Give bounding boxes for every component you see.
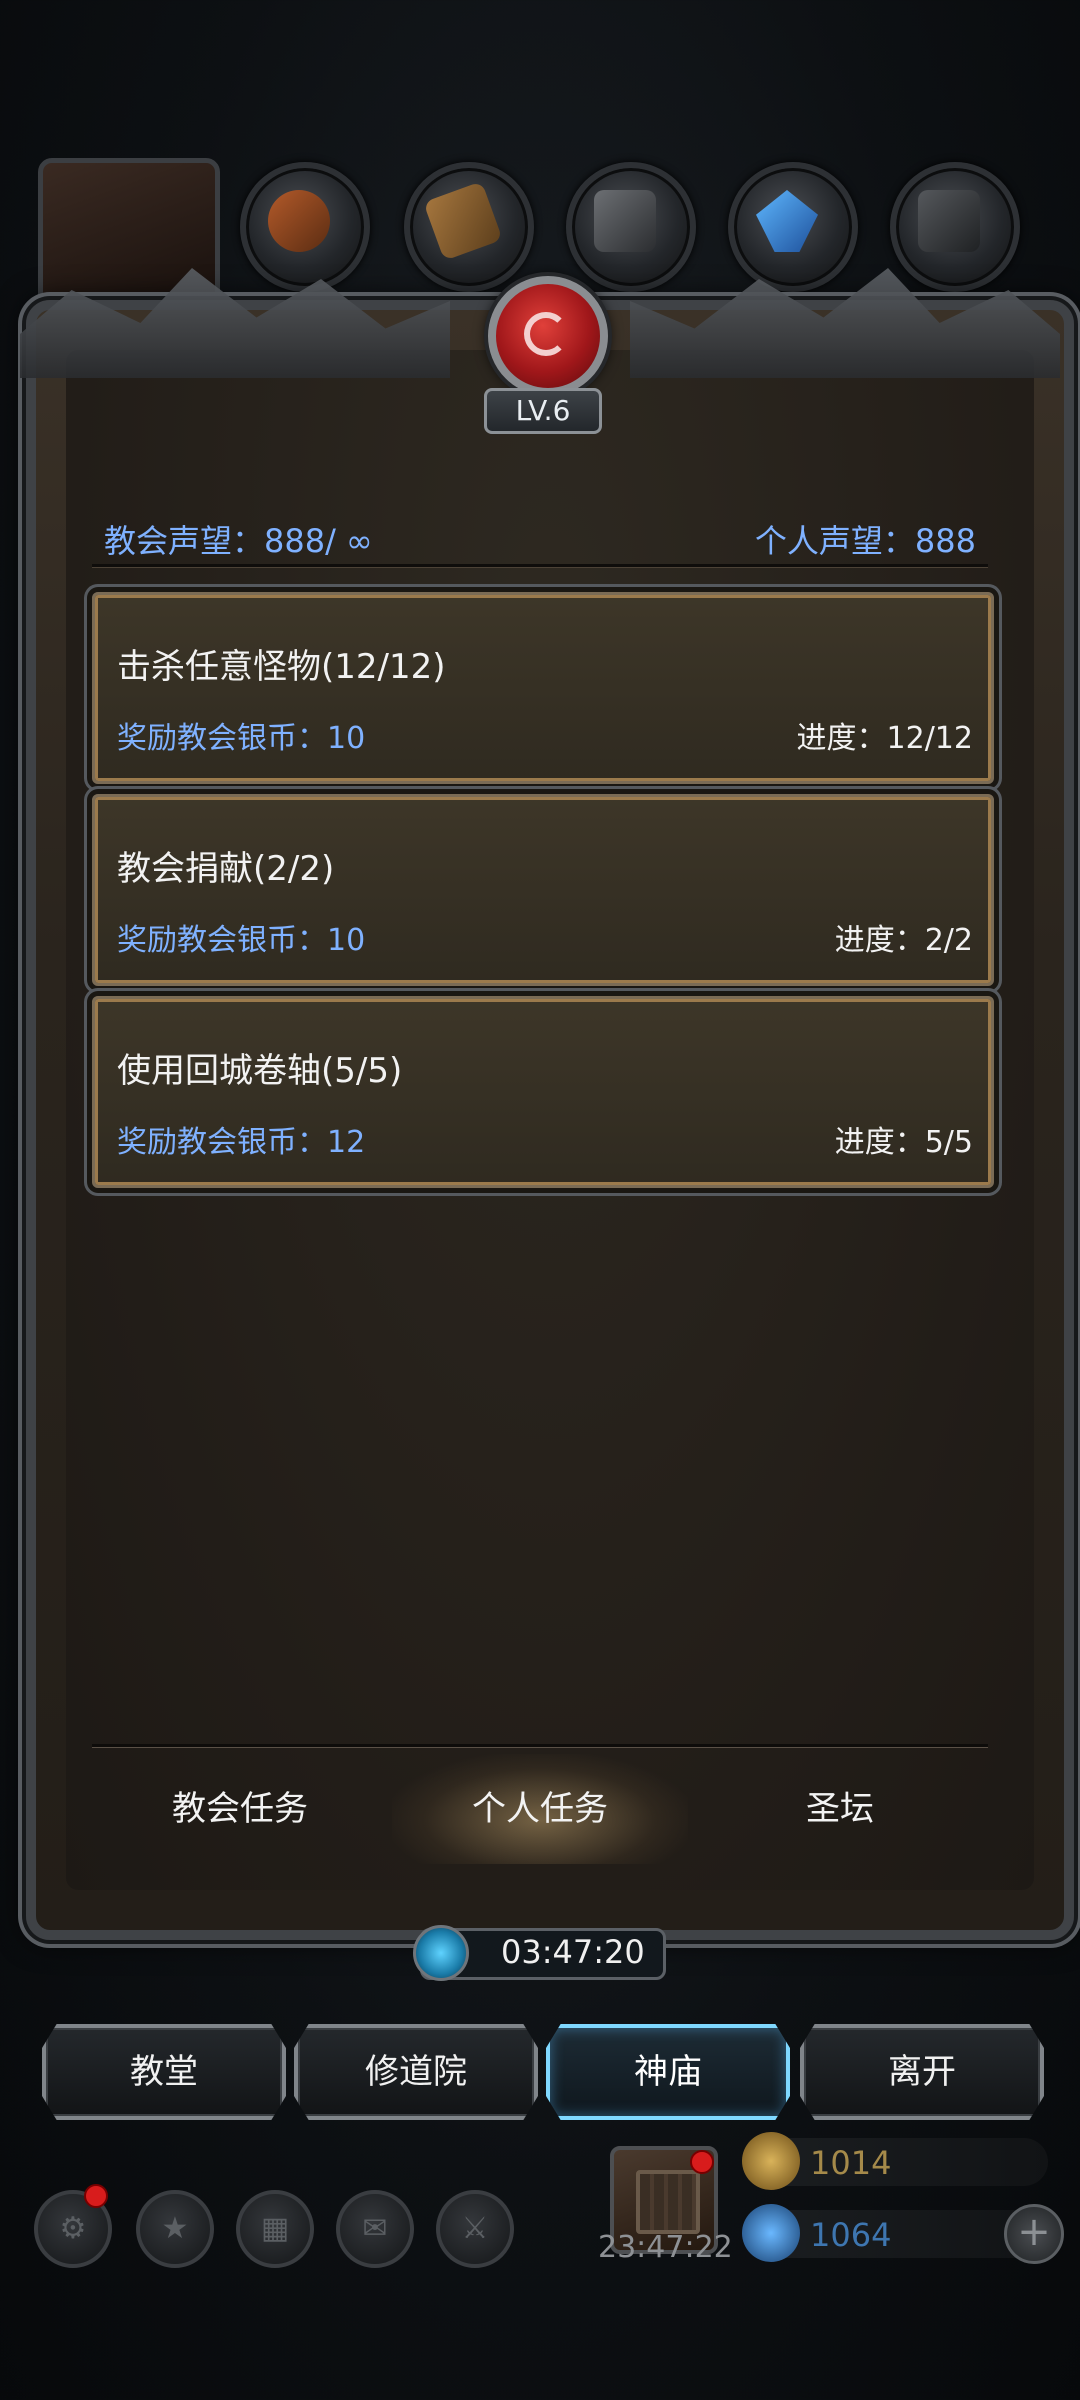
plus-icon[interactable]: + [1004,2204,1064,2264]
crystal-icon [756,190,818,252]
diamond-icon [742,2204,800,2262]
task-progress: 进度：12/12 [796,721,973,756]
tabs-divider [92,1744,988,1748]
countdown-timer: 03:47:20 [413,1925,666,1981]
timer-text: 03:47:20 [501,1933,645,1971]
menu-button[interactable]: ▦ [236,2190,314,2268]
task-reward: 奖励教会银币：10 [117,923,366,958]
resource-slot-steel[interactable] [890,162,1020,292]
task-card[interactable]: 使用回城卷轴(5/5) 奖励教会银币：12 进度：5/5 [92,996,994,1188]
level-badge: LV.6 [484,388,602,434]
equipment-button[interactable]: ⚔ [436,2190,514,2268]
tab-church-tasks[interactable]: 教会任务 [92,1754,388,1864]
gift-notification-dot [690,2150,714,2174]
panel-tabs: 教会任务 个人任务 圣坛 [92,1754,988,1864]
nav-monastery-button[interactable]: 修道院 [294,2024,538,2120]
mail-button[interactable]: ✉ [336,2190,414,2268]
wood-icon [268,190,330,252]
notification-dot [84,2184,108,2208]
task-title: 使用回城卷轴(5/5) [117,1051,403,1091]
task-progress: 进度：2/2 [834,923,973,958]
task-progress: 进度：5/5 [834,1125,973,1160]
tab-altar[interactable]: 圣坛 [692,1754,988,1864]
diamond-value: 1064 [810,2216,892,2254]
gift-icon [636,2170,700,2234]
nav-temple-button[interactable]: 神庙 [546,2024,790,2120]
steel-icon [918,190,980,252]
gold-value: 1014 [810,2144,892,2182]
nav-chapel-button[interactable]: 教堂 [42,2024,286,2120]
weapon-icon: ⚔ [461,2211,489,2246]
task-reward: 奖励教会银币：10 [117,721,366,756]
tab-personal-tasks[interactable]: 个人任务 [392,1754,688,1864]
church-reputation: 教会声望：888/ ∞ [104,522,373,560]
resource-slot-plank[interactable] [404,162,534,292]
task-reward: 奖励教会银币：12 [117,1125,366,1160]
church-emblem-icon [488,276,608,396]
gold-balance: 1014 [742,2132,1048,2190]
gold-coin-icon [742,2132,800,2190]
menu-icon: ▦ [260,2211,290,2246]
resource-slot-crystal[interactable] [728,162,858,292]
task-title: 击杀任意怪物(12/12) [117,647,446,687]
mail-icon: ✉ [362,2211,388,2246]
resource-slot-iron[interactable] [566,162,696,292]
diamond-balance: 1064 [742,2204,1048,2262]
resource-slot-wood[interactable] [240,162,370,292]
task-card[interactable]: 击杀任意怪物(12/12) 奖励教会银币：10 进度：12/12 [92,592,994,784]
plank-icon [423,181,503,261]
gift-timer: 23:47:22 [598,2230,733,2265]
header-divider [92,564,988,568]
task-card[interactable]: 教会捐献(2/2) 奖励教会银币：10 进度：2/2 [92,794,994,986]
task-title: 教会捐献(2/2) [117,849,335,889]
iron-icon [594,190,656,252]
clock-icon [413,1925,469,1981]
nav-leave-button[interactable]: 离开 [800,2024,1044,2120]
personal-reputation: 个人声望：888 [754,522,976,560]
star-icon: ★ [161,2211,189,2246]
achievement-button[interactable]: ★ [136,2190,214,2268]
